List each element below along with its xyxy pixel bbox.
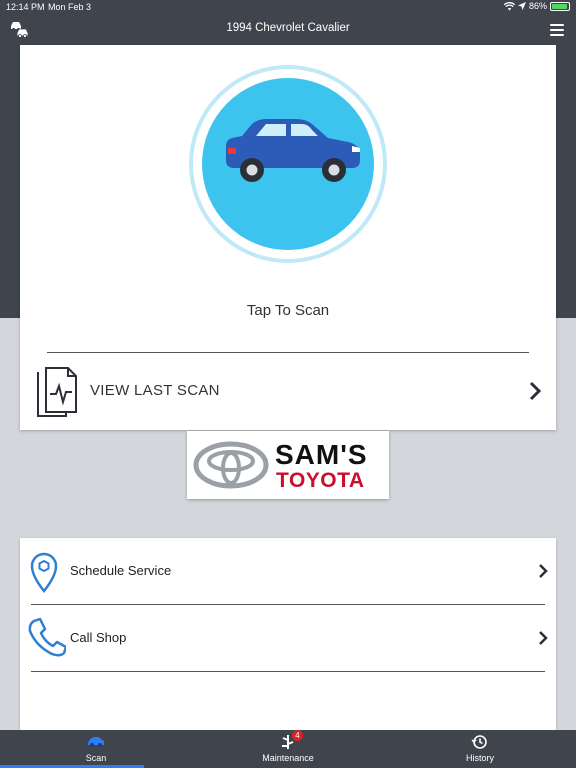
chevron-right-icon [529, 381, 542, 401]
page-title: 1994 Chevrolet Cavalier [226, 22, 350, 34]
tab-scan-label: Scan [85, 753, 107, 763]
toyota-emblem-icon [193, 441, 269, 489]
wifi-icon [503, 1, 515, 10]
history-icon [471, 735, 487, 749]
schedule-service-label: Schedule Service [70, 563, 172, 578]
status-right: 86% [503, 1, 570, 11]
dealer-logo: SAM'S TOYOTA [187, 431, 389, 499]
view-last-scan-button[interactable]: VIEW LAST SCAN [20, 353, 556, 430]
battery-percent: 86% [528, 1, 547, 11]
nav-bar: 1994 Chevrolet Cavalier [0, 14, 576, 44]
phone-icon [28, 617, 66, 657]
view-last-scan-label: VIEW LAST SCAN [90, 382, 220, 399]
maintenance-badge: 4 [292, 730, 303, 741]
tab-maintenance[interactable]: 4 Maintenance [192, 730, 384, 768]
battery-icon [550, 1, 570, 11]
hamburger-menu-icon[interactable] [550, 24, 564, 36]
scan-button[interactable] [188, 64, 388, 264]
call-shop-button[interactable]: Call Shop [20, 605, 556, 671]
location-arrow-icon [517, 2, 526, 10]
tab-scan[interactable]: Scan [0, 730, 192, 768]
scan-card: Tap To Scan VIEW LAST SCAN [20, 45, 556, 430]
scan-car-icon [189, 65, 387, 263]
tab-bar: Scan 4 Maintenance History [0, 730, 576, 768]
location-pin-icon [30, 552, 58, 594]
tab-history-label: History [465, 753, 494, 763]
status-bar: 12:14 PM Mon Feb 3 86% [0, 0, 576, 14]
chevron-right-icon [539, 631, 548, 645]
status-time: 12:14 PM [6, 2, 45, 12]
tab-history[interactable]: History [384, 730, 576, 768]
dealer-name-line1: SAM'S [275, 439, 368, 470]
dealer-name-line2: TOYOTA [276, 469, 365, 492]
divider [31, 671, 545, 672]
tap-to-scan-label: Tap To Scan [246, 302, 330, 319]
status-date: Mon Feb 3 [48, 2, 92, 12]
scan-report-icon [37, 367, 77, 417]
schedule-service-button[interactable]: Schedule Service [20, 538, 556, 604]
chevron-right-icon [539, 564, 548, 578]
action-card: Schedule Service Call Shop [20, 538, 556, 730]
call-shop-label: Call Shop [70, 630, 127, 645]
tab-maintenance-label: Maintenance [262, 753, 314, 763]
car-icon [88, 737, 104, 747]
